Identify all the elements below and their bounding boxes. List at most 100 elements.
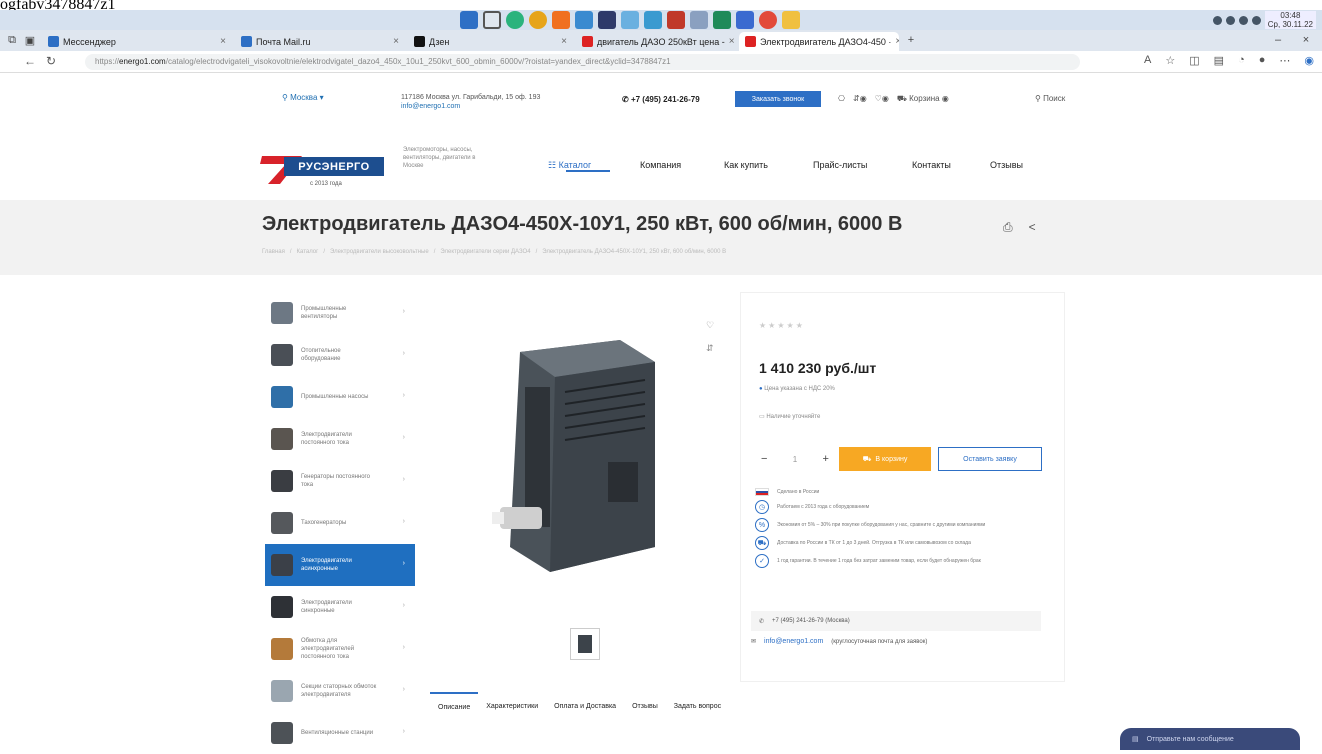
- favorites-icon[interactable]: ♡◉: [875, 94, 889, 104]
- contact-phone[interactable]: ✆ +7 (495) 241-26-79 (Москва): [751, 611, 1041, 631]
- workspaces-icon[interactable]: ⧉: [4, 32, 20, 48]
- sidebar-item[interactable]: Электродвигатели синхронные ›: [265, 586, 415, 628]
- compare-icon[interactable]: ⇵◉: [853, 94, 867, 104]
- battery-icon[interactable]: [1238, 15, 1248, 25]
- product-thumbnail[interactable]: [570, 628, 600, 660]
- nav-contacts[interactable]: Контакты: [912, 160, 951, 170]
- nav-company[interactable]: Компания: [640, 160, 681, 170]
- sidebar-item[interactable]: Тахогенераторы ›: [265, 502, 415, 544]
- nav-how-to-buy[interactable]: Как купить: [724, 160, 768, 170]
- breadcrumb-item[interactable]: Каталог: [297, 249, 319, 255]
- sidebar-item[interactable]: Электродвигатели постоянного тока ›: [265, 418, 415, 460]
- read-aloud-icon[interactable]: A: [1144, 54, 1151, 67]
- browser-tab-active[interactable]: Электродвигатель ДАЗО4-450 · ×: [739, 32, 899, 51]
- phone-icon: ✆: [759, 618, 765, 625]
- shield-check-icon: ✓: [755, 554, 769, 568]
- price-note-text: Цена указана с НДС 20%: [764, 386, 835, 392]
- favorite-heart-icon[interactable]: ♡: [706, 320, 714, 331]
- share-icon[interactable]: <: [1029, 220, 1036, 235]
- site-tagline: Электромоторы, насосы, вентиляторы, двиг…: [403, 147, 476, 169]
- chrome-icon[interactable]: [759, 11, 777, 29]
- messenger-icon[interactable]: [713, 11, 731, 29]
- browser-tab[interactable]: Почта Mail.ru ×: [235, 32, 405, 51]
- close-icon[interactable]: ×: [220, 36, 226, 47]
- sidebar-item[interactable]: Генераторы постоянного тока ›: [265, 460, 415, 502]
- city-selector[interactable]: ⚲ Москва ▾: [282, 93, 324, 102]
- chrome-icon[interactable]: [529, 11, 547, 29]
- sidebar-item[interactable]: Отопительное оборудование ›: [265, 334, 415, 376]
- clock[interactable]: 03:48 Ср, 30.11.22: [1264, 11, 1316, 29]
- breadcrumb-item[interactable]: Электродвигатели высоковольтные: [330, 249, 429, 255]
- close-icon[interactable]: ×: [393, 36, 399, 47]
- add-to-cart-button[interactable]: ⛟ В корзину: [839, 447, 931, 471]
- tab-description[interactable]: Описание: [430, 692, 479, 720]
- browser-tab[interactable]: двигатель ДАЗО 250кВт цена - ×: [576, 32, 736, 51]
- phone-number[interactable]: ✆ +7 (495) 241-26-79: [622, 95, 700, 104]
- quantity-input[interactable]: 1: [793, 455, 797, 464]
- profile-icon[interactable]: ●: [1259, 54, 1266, 67]
- app-icon[interactable]: [736, 11, 754, 29]
- tab-actions-icon[interactable]: ▣: [22, 32, 38, 48]
- language-icon[interactable]: [1251, 15, 1261, 25]
- sidebar-item[interactable]: Вентиляционные станции ›: [265, 712, 415, 754]
- leave-request-button[interactable]: Оставить заявку: [938, 447, 1042, 471]
- browser-tab[interactable]: Мессенджер ×: [42, 32, 232, 51]
- tab-specifications[interactable]: Характеристики: [478, 703, 546, 710]
- app-icon[interactable]: [598, 11, 616, 29]
- split-screen-icon[interactable]: ◫: [1189, 54, 1199, 67]
- browser-tab[interactable]: Дзен ×: [408, 32, 573, 51]
- collections-icon[interactable]: ◔: [1238, 54, 1245, 67]
- minimize-icon[interactable]: –: [1270, 32, 1286, 48]
- rating-stars[interactable]: ★★★★★: [759, 321, 805, 330]
- close-icon[interactable]: ×: [895, 36, 899, 47]
- sidebar-item[interactable]: Секции статорных обмоток электродвигател…: [265, 670, 415, 712]
- breadcrumb-item[interactable]: Электродвигатели серии ДАЗО4: [440, 249, 530, 255]
- nav-price-lists[interactable]: Прайс-листы: [813, 160, 867, 170]
- favorites-icon[interactable]: ▤: [1214, 54, 1224, 67]
- print-icon[interactable]: ⎙: [1003, 220, 1013, 235]
- search-link[interactable]: ⚲ Поиск: [1035, 94, 1065, 103]
- nav-reviews[interactable]: Отзывы: [990, 160, 1023, 170]
- new-tab-icon[interactable]: +: [903, 32, 919, 48]
- email-link[interactable]: info@energo1.com: [401, 103, 460, 110]
- store-icon[interactable]: [644, 11, 662, 29]
- browser-icon[interactable]: [552, 11, 570, 29]
- increase-button[interactable]: +: [823, 453, 829, 465]
- mail-icon[interactable]: [621, 11, 639, 29]
- favorite-icon[interactable]: ☆: [1165, 54, 1175, 67]
- chat-widget-button[interactable]: ▤ Отправьте нам сообщение: [1120, 728, 1300, 750]
- close-icon[interactable]: ×: [729, 36, 735, 47]
- settings-icon[interactable]: [575, 11, 593, 29]
- photos-icon[interactable]: [690, 11, 708, 29]
- user-icon[interactable]: ⎔: [838, 94, 845, 104]
- cart-link[interactable]: ⛟ Корзина ◉: [897, 94, 949, 104]
- product-image[interactable]: [490, 332, 660, 577]
- network-icon[interactable]: [1212, 15, 1222, 25]
- more-icon[interactable]: ⋯: [1279, 54, 1290, 67]
- availability-link[interactable]: ▭ Наличие уточняйте: [759, 413, 820, 420]
- windows-icon[interactable]: [460, 11, 478, 29]
- app-icon[interactable]: [667, 11, 685, 29]
- close-icon[interactable]: ×: [561, 36, 567, 47]
- sidebar-item[interactable]: Электродвигатели асинхронные ›: [265, 544, 415, 586]
- decrease-button[interactable]: −: [761, 453, 767, 465]
- search-icon[interactable]: [483, 11, 501, 29]
- volume-icon[interactable]: [1225, 15, 1235, 25]
- compare-icon[interactable]: ⇵: [706, 343, 714, 354]
- callback-button[interactable]: Заказать звонок: [735, 91, 821, 107]
- edge-sidebar-icon[interactable]: ◉: [1304, 54, 1314, 67]
- folder-icon[interactable]: [782, 11, 800, 29]
- tab-payment-delivery[interactable]: Оплата и Доставка: [546, 703, 624, 710]
- sidebar-item[interactable]: Обмотка для электродвигателей постоянног…: [265, 628, 415, 670]
- url-field[interactable]: https://energo1.com/catalog/electrodviga…: [85, 54, 1080, 70]
- tab-ask-question[interactable]: Задать вопрос: [666, 703, 729, 710]
- contact-email[interactable]: ✉ info@energo1.com (круглосуточная почта д…: [751, 638, 1041, 645]
- breadcrumb-item[interactable]: Главная: [262, 249, 285, 255]
- sidebar-item[interactable]: Промышленные насосы ›: [265, 376, 415, 418]
- close-window-icon[interactable]: ×: [1298, 32, 1314, 48]
- edge-icon[interactable]: [506, 11, 524, 29]
- tab-reviews[interactable]: Отзывы: [624, 703, 666, 710]
- sidebar-item[interactable]: Промышленные вентиляторы ›: [265, 292, 415, 334]
- refresh-icon[interactable]: ↻: [46, 54, 56, 68]
- back-icon[interactable]: ←: [24, 54, 36, 68]
